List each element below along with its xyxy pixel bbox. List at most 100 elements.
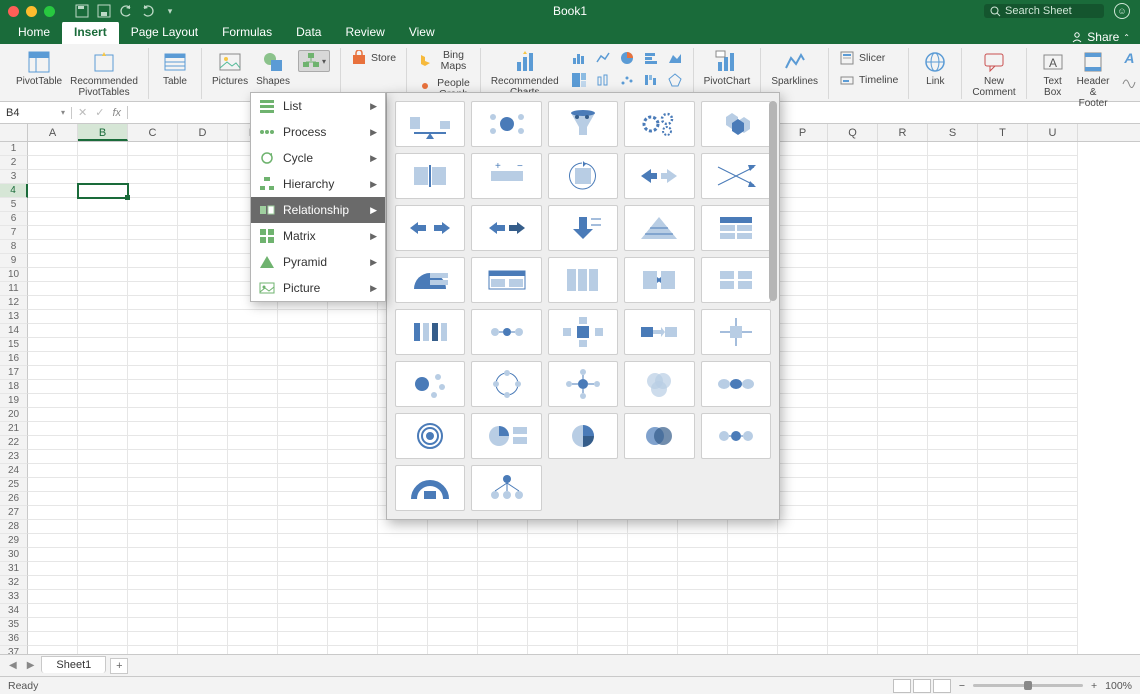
cell-P17[interactable] xyxy=(778,366,828,380)
cell-B21[interactable] xyxy=(78,422,128,436)
cell-G27[interactable] xyxy=(328,506,378,520)
pivotchart-button[interactable]: PivotChart xyxy=(700,48,755,89)
cell-T2[interactable] xyxy=(978,156,1028,170)
cell-B9[interactable] xyxy=(78,254,128,268)
cell-T23[interactable] xyxy=(978,450,1028,464)
cell-S10[interactable] xyxy=(928,268,978,282)
cell-K37[interactable] xyxy=(528,646,578,654)
cell-P20[interactable] xyxy=(778,408,828,422)
relationship-layout-panels[interactable] xyxy=(471,257,541,303)
cell-G15[interactable] xyxy=(328,338,378,352)
cell-E15[interactable] xyxy=(228,338,278,352)
cell-C18[interactable] xyxy=(128,380,178,394)
cell-A30[interactable] xyxy=(28,548,78,562)
cell-Q11[interactable] xyxy=(828,282,878,296)
cell-R12[interactable] xyxy=(878,296,928,310)
cell-B35[interactable] xyxy=(78,618,128,632)
cell-B13[interactable] xyxy=(78,310,128,324)
cell-P26[interactable] xyxy=(778,492,828,506)
cell-F32[interactable] xyxy=(278,576,328,590)
row-header-1[interactable]: 1 xyxy=(0,142,28,156)
pivottable-button[interactable]: PivotTable xyxy=(12,48,66,89)
cell-C15[interactable] xyxy=(128,338,178,352)
cell-E32[interactable] xyxy=(228,576,278,590)
cell-N36[interactable] xyxy=(678,632,728,646)
row-header-23[interactable]: 23 xyxy=(0,450,28,464)
cell-G28[interactable] xyxy=(328,520,378,534)
row-header-37[interactable]: 37 xyxy=(0,646,28,654)
cell-T27[interactable] xyxy=(978,506,1028,520)
table-button[interactable]: Table xyxy=(155,48,195,89)
cell-B3[interactable] xyxy=(78,170,128,184)
cell-T30[interactable] xyxy=(978,548,1028,562)
cell-F26[interactable] xyxy=(278,492,328,506)
cell-F21[interactable] xyxy=(278,422,328,436)
cell-T3[interactable] xyxy=(978,170,1028,184)
row-header-26[interactable]: 26 xyxy=(0,492,28,506)
row-header-18[interactable]: 18 xyxy=(0,380,28,394)
cell-D9[interactable] xyxy=(178,254,228,268)
cell-I30[interactable] xyxy=(428,548,478,562)
page-layout-view-button[interactable] xyxy=(913,679,931,693)
qat-customize-icon[interactable]: ▾ xyxy=(163,4,177,18)
cell-C19[interactable] xyxy=(128,394,178,408)
cell-A23[interactable] xyxy=(28,450,78,464)
save-icon[interactable] xyxy=(97,4,111,18)
cell-O30[interactable] xyxy=(728,548,778,562)
cell-B17[interactable] xyxy=(78,366,128,380)
cell-U17[interactable] xyxy=(1028,366,1078,380)
row-header-34[interactable]: 34 xyxy=(0,604,28,618)
cell-Q19[interactable] xyxy=(828,394,878,408)
cell-U26[interactable] xyxy=(1028,492,1078,506)
cell-F30[interactable] xyxy=(278,548,328,562)
cell-R30[interactable] xyxy=(878,548,928,562)
cell-B11[interactable] xyxy=(78,282,128,296)
cell-B26[interactable] xyxy=(78,492,128,506)
cell-U33[interactable] xyxy=(1028,590,1078,604)
cell-B23[interactable] xyxy=(78,450,128,464)
cell-H30[interactable] xyxy=(378,548,428,562)
cell-R32[interactable] xyxy=(878,576,928,590)
cell-B14[interactable] xyxy=(78,324,128,338)
cell-A1[interactable] xyxy=(28,142,78,156)
cell-Q18[interactable] xyxy=(828,380,878,394)
cell-T5[interactable] xyxy=(978,198,1028,212)
cell-O34[interactable] xyxy=(728,604,778,618)
cell-F16[interactable] xyxy=(278,352,328,366)
column-header-C[interactable]: C xyxy=(128,124,178,141)
relationship-layout-hub[interactable] xyxy=(548,361,618,407)
cell-S27[interactable] xyxy=(928,506,978,520)
cell-S18[interactable] xyxy=(928,380,978,394)
smartart-matrix-item[interactable]: Matrix▶ xyxy=(251,223,385,249)
cell-Q2[interactable] xyxy=(828,156,878,170)
cell-H33[interactable] xyxy=(378,590,428,604)
chart-pie-button[interactable] xyxy=(615,48,639,68)
row-header-28[interactable]: 28 xyxy=(0,520,28,534)
cell-T28[interactable] xyxy=(978,520,1028,534)
cell-U19[interactable] xyxy=(1028,394,1078,408)
cell-S7[interactable] xyxy=(928,226,978,240)
column-header-A[interactable]: A xyxy=(28,124,78,141)
cell-M32[interactable] xyxy=(628,576,678,590)
cell-C1[interactable] xyxy=(128,142,178,156)
cell-A25[interactable] xyxy=(28,478,78,492)
cell-D8[interactable] xyxy=(178,240,228,254)
column-header-T[interactable]: T xyxy=(978,124,1028,141)
cell-U4[interactable] xyxy=(1028,184,1078,198)
cell-E36[interactable] xyxy=(228,632,278,646)
tab-home[interactable]: Home xyxy=(6,21,62,44)
cell-B34[interactable] xyxy=(78,604,128,618)
cell-U37[interactable] xyxy=(1028,646,1078,654)
cell-I33[interactable] xyxy=(428,590,478,604)
cell-T31[interactable] xyxy=(978,562,1028,576)
relationship-layout-orbit[interactable] xyxy=(395,361,465,407)
cell-T10[interactable] xyxy=(978,268,1028,282)
cell-I36[interactable] xyxy=(428,632,478,646)
cell-R2[interactable] xyxy=(878,156,928,170)
cell-A9[interactable] xyxy=(28,254,78,268)
wordart-button[interactable]: A xyxy=(1117,48,1140,68)
cell-S21[interactable] xyxy=(928,422,978,436)
cell-R5[interactable] xyxy=(878,198,928,212)
cell-E26[interactable] xyxy=(228,492,278,506)
store-button[interactable]: Store xyxy=(347,48,400,68)
